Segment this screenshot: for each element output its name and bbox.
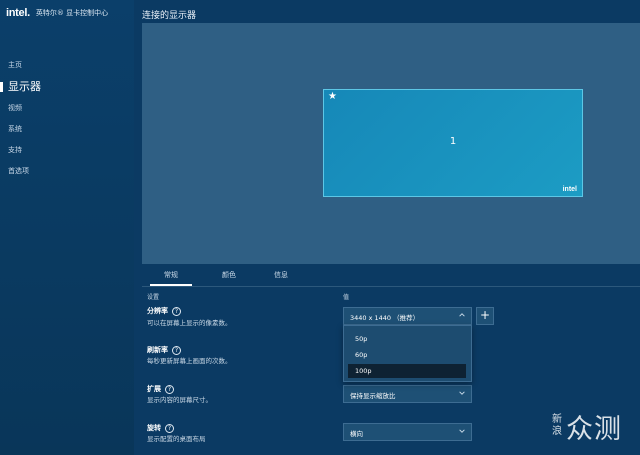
refresh-option-60p[interactable]: 60p [348,348,466,362]
rotation-setting-name: 旋转 ? [147,423,174,433]
sidebar: intel. 英特尔® 显卡控制中心 主页 显示器 视频 系统 支持 首选项 [0,0,134,455]
scaling-setting-name: 扩展 ? [147,384,174,394]
tab-general[interactable]: 常规 [142,266,200,286]
sidebar-item-video[interactable]: 视频 [0,101,134,122]
page-title: 连接的显示器 [142,11,197,21]
resolution-label: 分辨率 [147,307,168,315]
refresh-label: 刷新率 [147,346,168,354]
refresh-setting-name: 刷新率 ? [147,345,181,355]
scaling-description: 显示内容的屏幕尺寸。 [147,396,212,404]
column-header-value: 值 [343,294,350,301]
resolution-value: 3440 x 1440 （推荐） [350,314,420,322]
sidebar-item-display[interactable]: 显示器 [0,79,134,101]
monitor-intel-logo: intel [562,186,577,193]
help-icon[interactable]: ? [165,384,174,394]
column-header-setting: 设置 [147,294,160,301]
sidebar-nav: 主页 显示器 视频 系统 支持 首选项 [0,58,134,185]
chevron-up-icon [459,313,465,317]
primary-star-icon: ★ [328,91,337,102]
watermark-small-text: 新浪 [552,414,562,437]
rotation-description: 显示配置的桌面布局 [147,435,206,443]
help-icon[interactable]: ? [165,423,174,433]
scaling-value: 保持显示缩放比 [350,392,396,400]
resolution-select[interactable]: 3440 x 1440 （推荐） [343,307,472,325]
help-icon[interactable]: ? [172,306,181,316]
tab-divider [142,286,640,287]
tab-color[interactable]: 颜色 [200,266,258,286]
scaling-select[interactable]: 保持显示缩放比 [343,385,472,403]
help-icon[interactable]: ? [172,345,181,355]
app-header: intel. 英特尔® 显卡控制中心 [6,7,108,19]
watermark-big-text: 众测 [566,413,622,445]
tab-info[interactable]: 信息 [252,266,310,286]
app-title: 英特尔® 显卡控制中心 [35,9,109,17]
monitor-tile[interactable]: ★ 1 intel [323,89,583,197]
refresh-rate-dropdown: 50p 60p 100p [343,325,472,382]
monitor-number: 1 [449,136,457,147]
chevron-down-icon [459,429,465,433]
resolution-description: 可以在屏幕上显示的像素数。 [147,319,232,327]
settings-tabs: 常规 颜色 信息 [142,266,640,286]
add-resolution-button[interactable]: + [476,307,494,325]
sidebar-item-home[interactable]: 主页 [0,58,134,79]
rotation-label: 旋转 [147,424,161,432]
chevron-down-icon [459,391,465,395]
scaling-label: 扩展 [147,385,161,393]
resolution-setting-name: 分辨率 ? [147,306,181,316]
sidebar-item-support[interactable]: 支持 [0,143,134,164]
display-arrangement-canvas: ★ 1 intel [142,23,640,264]
intel-logo: intel. [6,7,30,19]
sidebar-item-preferences[interactable]: 首选项 [0,164,134,185]
refresh-option-100p[interactable]: 100p [348,364,466,378]
rotation-value: 横向 [350,430,363,438]
sidebar-item-system[interactable]: 系统 [0,122,134,143]
refresh-option-50p[interactable]: 50p [348,332,466,346]
refresh-description: 每秒更新屏幕上画面的次数。 [147,357,232,365]
watermark: 新浪 众测 [552,404,636,448]
rotation-select[interactable]: 横向 [343,423,472,441]
